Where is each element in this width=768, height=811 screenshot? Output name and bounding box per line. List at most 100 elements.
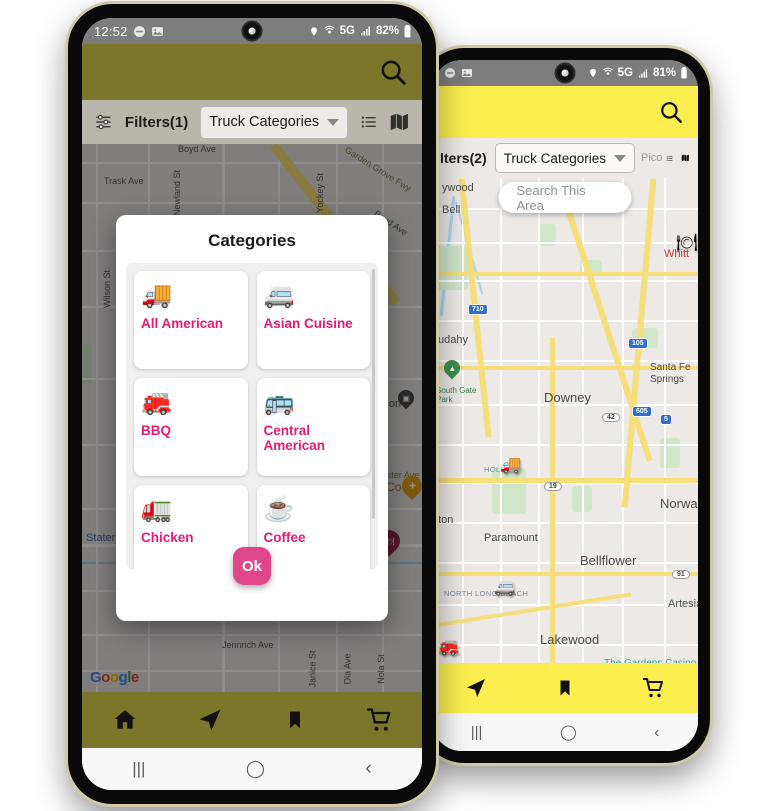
hotspot-icon	[603, 67, 613, 75]
categories-scrollbar[interactable]	[372, 269, 375, 519]
food-truck-marker[interactable]: 🚐	[494, 578, 515, 595]
appbar-right	[432, 86, 698, 138]
food-truck-marker[interactable]: 🚒	[438, 638, 459, 655]
highway-shield-710: 710	[468, 304, 488, 315]
camera-punch-hole	[241, 20, 263, 42]
cart-icon	[366, 708, 390, 731]
map-city-label: Santa Fe Springs	[650, 362, 691, 385]
map-left[interactable]: Trask Ave Newland St Yockey St Garden Gr…	[82, 144, 422, 692]
phone-right-screen: 5G 81% 710 105 605 5 91 19 42 ywood Bell…	[432, 60, 698, 751]
status-bar-right: 5G 81%	[432, 60, 698, 86]
navigate-icon	[199, 709, 220, 731]
highway-shield-91: 91	[672, 570, 690, 579]
filterbar-right: lters(2) Truck Categories Pico	[432, 138, 698, 178]
categories-scroll-area[interactable]: 🚚 All American 🚐 Asian Cuisine 🚒 BBQ 🚌 C…	[126, 263, 378, 569]
camera-punch-hole	[554, 62, 576, 84]
category-label: Chicken	[141, 530, 194, 545]
nav-home-left[interactable]	[110, 705, 140, 735]
map-street	[432, 242, 698, 244]
map-city-label: Norwa	[660, 496, 698, 511]
nav-cart-left[interactable]	[365, 705, 395, 735]
map-city-label: ywood	[442, 182, 474, 194]
highway-shield-5: 5	[660, 414, 672, 425]
status-bar-right-icons: 5G 81%	[588, 67, 698, 79]
food-truck-icon: 🚚	[141, 280, 173, 309]
dialog-title: Categories	[208, 231, 296, 250]
bottom-nav-left	[82, 692, 422, 748]
map-poi-label: The Gardens Casino	[604, 658, 696, 663]
category-card[interactable]: 🚒 BBQ	[134, 378, 248, 476]
chevron-down-icon	[613, 154, 626, 162]
nav-cart-right[interactable]	[639, 673, 669, 703]
filter-sliders-icon[interactable]	[94, 111, 113, 133]
map-street	[432, 562, 698, 564]
map-street	[538, 178, 540, 663]
map-view-icon[interactable]	[681, 148, 690, 168]
dialog-bottom-spacer	[126, 585, 378, 611]
highway-shield-19: 19	[544, 482, 562, 491]
truck-categories-dropdown-left[interactable]: Truck Categories	[200, 105, 349, 139]
battery-percent-left: 82%	[375, 25, 399, 37]
coffee-truck-icon: ☕	[263, 494, 295, 523]
nav-navigate-right[interactable]	[461, 673, 491, 703]
map-view-icon[interactable]	[389, 111, 410, 133]
battery-icon	[681, 67, 687, 79]
network-type-right: 5G	[617, 67, 633, 79]
back-icon[interactable]: ‹	[654, 724, 659, 741]
status-bar-clock: 12:52	[94, 23, 128, 39]
ok-button[interactable]: Ok	[233, 547, 271, 585]
battery-icon	[404, 24, 411, 37]
home-circle-icon[interactable]: ◯	[246, 759, 265, 779]
park-pin[interactable]: ▲	[440, 356, 464, 381]
bookmark-icon	[560, 680, 570, 696]
nav-navigate-left[interactable]	[195, 705, 225, 735]
recents-icon[interactable]: |||	[132, 759, 145, 779]
location-icon	[589, 68, 596, 78]
back-icon[interactable]: ‹	[365, 758, 371, 780]
search-icon[interactable]	[658, 99, 684, 125]
phone-left-screen: 12:52 5G 82% Filters(1) Truck Categories…	[82, 18, 422, 790]
category-card[interactable]: 🚚 All American	[134, 271, 248, 369]
map-overlap-text: Pico	[640, 152, 663, 164]
filters-label-right[interactable]: lters(2)	[440, 150, 487, 166]
map-park	[660, 438, 680, 468]
category-label: Coffee	[263, 530, 306, 545]
status-bar-left: 12:52 5G 82%	[82, 18, 422, 44]
home-circle-icon[interactable]: ◯	[560, 723, 577, 741]
map-street	[432, 320, 698, 322]
status-bar-left-icons: 12:52	[82, 24, 164, 39]
food-truck-marker[interactable]: 🍽	[676, 234, 698, 251]
map-city-label: Bell	[442, 204, 461, 216]
chevron-down-icon	[327, 118, 340, 126]
category-label: All American	[141, 316, 224, 331]
map-street	[622, 178, 624, 663]
search-icon[interactable]	[378, 57, 408, 87]
map-highway-19	[550, 338, 555, 663]
category-card[interactable]: 🚐 Asian Cuisine	[256, 271, 370, 369]
list-view-icon[interactable]	[360, 112, 377, 132]
list-view-icon[interactable]	[666, 150, 673, 167]
dialog-actions: Ok	[126, 547, 378, 585]
hotspot-icon	[324, 25, 335, 33]
map-right[interactable]: 710 105 605 5 91 19 42 ywood Bell udahy …	[432, 138, 698, 663]
do-not-disturb-icon	[133, 25, 145, 37]
highway-shield-42: 42	[602, 413, 620, 422]
categories-dialog-overlay: Categories 🚚 All American 🚐 Asian Cuisin…	[82, 144, 422, 692]
cart-icon	[642, 678, 663, 698]
truck-categories-dropdown-right[interactable]: Truck Categories	[494, 143, 635, 173]
signal-bars-icon	[638, 68, 648, 78]
food-truck-marker[interactable]: 🚚	[500, 456, 521, 473]
bookmark-icon	[289, 711, 300, 729]
search-this-area-button[interactable]: Search This Area	[498, 182, 632, 213]
home-icon	[114, 710, 135, 729]
nav-saved-right[interactable]	[550, 673, 580, 703]
food-truck-icon: 🚒	[141, 387, 173, 416]
system-nav-left: ||| ◯ ‹	[82, 748, 422, 790]
location-icon	[310, 26, 317, 36]
filters-label-left[interactable]: Filters(1)	[125, 114, 188, 131]
map-street	[432, 522, 698, 524]
navigate-icon	[467, 679, 486, 697]
category-card[interactable]: 🚌 Central American	[256, 378, 370, 476]
recents-icon[interactable]: |||	[471, 724, 483, 741]
nav-saved-left[interactable]	[280, 705, 310, 735]
